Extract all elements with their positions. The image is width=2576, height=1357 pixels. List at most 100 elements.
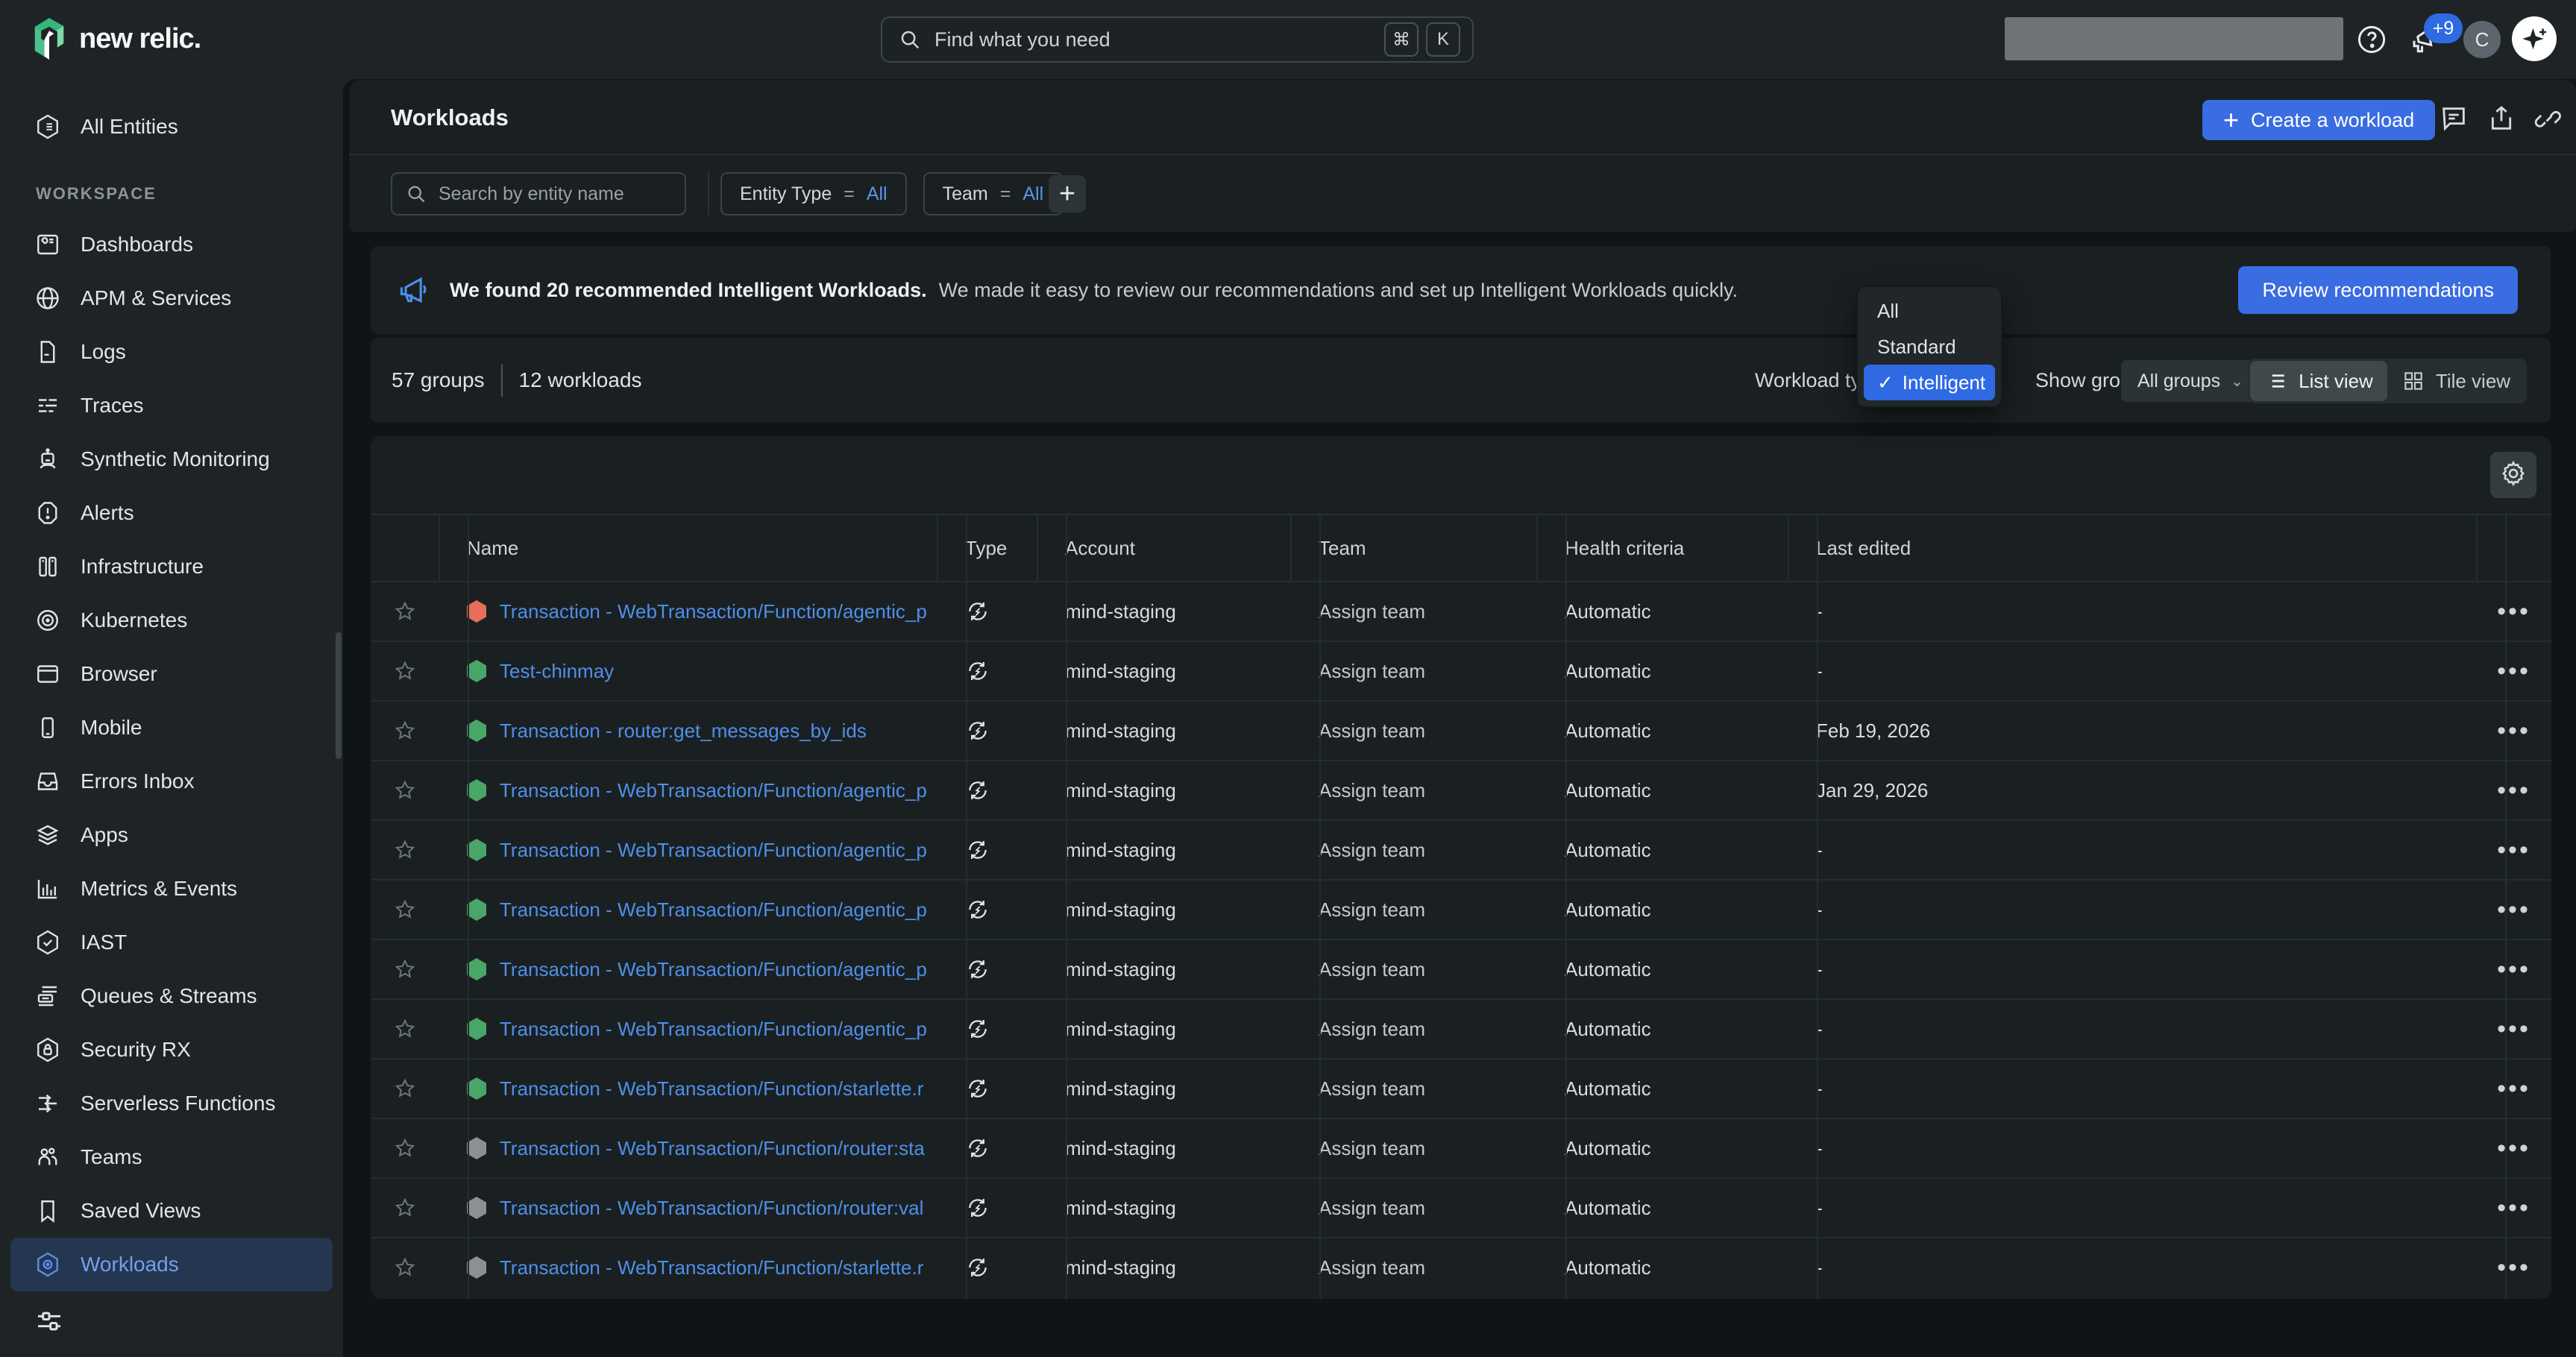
team-cell[interactable]: Assign team bbox=[1292, 642, 1538, 700]
column-header-last-edited[interactable]: Last edited bbox=[1789, 515, 2478, 581]
filter-chip-entity-type[interactable]: Entity Type=All bbox=[720, 172, 907, 215]
help-button[interactable] bbox=[2354, 22, 2389, 57]
favorite-star-icon[interactable] bbox=[371, 761, 440, 819]
list-view-button[interactable]: List view bbox=[2250, 361, 2387, 401]
sidebar-item-alerts[interactable]: Alerts bbox=[0, 486, 343, 540]
team-cell[interactable]: Assign team bbox=[1292, 1179, 1538, 1237]
favorite-star-icon[interactable] bbox=[371, 702, 440, 760]
favorite-star-icon[interactable] bbox=[371, 821, 440, 879]
column-header-name[interactable]: Name bbox=[440, 515, 938, 581]
favorite-star-icon[interactable] bbox=[371, 582, 440, 640]
preferences-sliders-icon[interactable] bbox=[34, 1306, 64, 1336]
comment-icon[interactable] bbox=[2437, 102, 2470, 135]
sidebar-item-traces[interactable]: Traces bbox=[0, 379, 343, 432]
column-header-team[interactable]: Team bbox=[1292, 515, 1538, 581]
workload-name-link[interactable]: Test-chinmay bbox=[500, 660, 614, 683]
workload-name-link[interactable]: Transaction - WebTransaction/Function/st… bbox=[500, 1077, 923, 1101]
sidebar-item-mobile[interactable]: Mobile bbox=[0, 701, 343, 755]
row-actions-button[interactable]: ••• bbox=[2478, 761, 2551, 819]
sidebar-item-workloads[interactable]: Workloads bbox=[10, 1238, 333, 1291]
workload-name-link[interactable]: Transaction - WebTransaction/Function/ag… bbox=[500, 600, 927, 623]
workload-name-link[interactable]: Transaction - WebTransaction/Function/ag… bbox=[500, 779, 927, 802]
favorite-star-icon[interactable] bbox=[371, 1000, 440, 1058]
team-cell[interactable]: Assign team bbox=[1292, 702, 1538, 760]
group-select[interactable]: All groups ⌄ bbox=[2121, 360, 2260, 402]
workload-name-link[interactable]: Transaction - WebTransaction/Function/ro… bbox=[500, 1137, 925, 1160]
workload-name-link[interactable]: Transaction - WebTransaction/Function/ro… bbox=[500, 1197, 923, 1220]
sidebar-item-errors-inbox[interactable]: Errors Inbox bbox=[0, 755, 343, 808]
sidebar-item-browser[interactable]: Browser bbox=[0, 647, 343, 701]
sidebar-item-kubernetes[interactable]: Kubernetes bbox=[0, 594, 343, 647]
row-actions-button[interactable]: ••• bbox=[2478, 1238, 2551, 1297]
favorite-star-icon[interactable] bbox=[371, 642, 440, 700]
sidebar-item-dashboards[interactable]: Dashboards bbox=[0, 218, 343, 271]
row-actions-button[interactable]: ••• bbox=[2478, 582, 2551, 640]
team-cell[interactable]: Assign team bbox=[1292, 1000, 1538, 1058]
ai-assistant-button[interactable] bbox=[2512, 16, 2557, 61]
team-cell[interactable]: Assign team bbox=[1292, 940, 1538, 998]
sidebar-item-queues-streams[interactable]: Queues & Streams bbox=[0, 969, 343, 1023]
workload-name-link[interactable]: Transaction - WebTransaction/Function/ag… bbox=[500, 958, 927, 981]
workload-name-link[interactable]: Transaction - router:get_messages_by_ids bbox=[500, 720, 867, 743]
row-actions-button[interactable]: ••• bbox=[2478, 1179, 2551, 1237]
menu-option-all[interactable]: All bbox=[1864, 293, 1995, 329]
table-toolbar bbox=[371, 436, 2551, 514]
sidebar-item-metrics-events[interactable]: Metrics & Events bbox=[0, 862, 343, 916]
row-actions-button[interactable]: ••• bbox=[2478, 1060, 2551, 1118]
row-actions-button[interactable]: ••• bbox=[2478, 702, 2551, 760]
favorite-star-icon[interactable] bbox=[371, 1179, 440, 1237]
entity-search-input[interactable]: Search by entity name bbox=[391, 172, 686, 215]
team-cell[interactable]: Assign team bbox=[1292, 881, 1538, 939]
sidebar-item-teams[interactable]: Teams bbox=[0, 1130, 343, 1184]
workload-name-link[interactable]: Transaction - WebTransaction/Function/st… bbox=[500, 1256, 923, 1279]
review-recommendations-button[interactable]: Review recommendations bbox=[2238, 266, 2518, 314]
favorite-star-icon[interactable] bbox=[371, 1119, 440, 1177]
sidebar-item-iast[interactable]: IAST bbox=[0, 916, 343, 969]
sidebar-scrollbar[interactable] bbox=[336, 632, 342, 759]
column-header-account[interactable]: Account bbox=[1038, 515, 1292, 581]
favorite-star-icon[interactable] bbox=[371, 940, 440, 998]
global-search-input[interactable]: Find what you need ⌘ K bbox=[881, 16, 1474, 63]
table-settings-button[interactable] bbox=[2490, 452, 2536, 498]
sidebar-item-infrastructure[interactable]: Infrastructure bbox=[0, 540, 343, 594]
team-cell[interactable]: Assign team bbox=[1292, 582, 1538, 640]
row-actions-button[interactable]: ••• bbox=[2478, 1000, 2551, 1058]
sidebar-item-synthetic-monitoring[interactable]: Synthetic Monitoring bbox=[0, 432, 343, 486]
sidebar-item-security-rx[interactable]: Security RX bbox=[0, 1023, 343, 1077]
link-icon[interactable] bbox=[2533, 102, 2566, 135]
team-cell[interactable]: Assign team bbox=[1292, 1119, 1538, 1177]
sidebar-item-logs[interactable]: Logs bbox=[0, 325, 343, 379]
workload-name-link[interactable]: Transaction - WebTransaction/Function/ag… bbox=[500, 1018, 927, 1041]
menu-option-intelligent[interactable]: ✓Intelligent bbox=[1864, 365, 1995, 400]
row-actions-button[interactable]: ••• bbox=[2478, 940, 2551, 998]
sidebar-item-saved-views[interactable]: Saved Views bbox=[0, 1184, 343, 1238]
favorite-star-icon[interactable] bbox=[371, 881, 440, 939]
sidebar-item-apps[interactable]: Apps bbox=[0, 808, 343, 862]
workload-name-link[interactable]: Transaction - WebTransaction/Function/ag… bbox=[500, 839, 927, 862]
menu-option-standard[interactable]: Standard bbox=[1864, 329, 1995, 365]
account-name-redacted[interactable] bbox=[2005, 17, 2343, 60]
tile-view-button[interactable]: Tile view bbox=[2387, 361, 2525, 401]
favorite-star-icon[interactable] bbox=[371, 1238, 440, 1297]
team-cell[interactable]: Assign team bbox=[1292, 821, 1538, 879]
new-relic-logo[interactable]: new relic. bbox=[30, 16, 201, 61]
sidebar-item-serverless-functions[interactable]: Serverless Functions bbox=[0, 1077, 343, 1130]
filter-chip-team[interactable]: Team=All bbox=[923, 172, 1064, 215]
row-actions-button[interactable]: ••• bbox=[2478, 642, 2551, 700]
row-actions-button[interactable]: ••• bbox=[2478, 881, 2551, 939]
row-actions-button[interactable]: ••• bbox=[2478, 821, 2551, 879]
export-icon[interactable] bbox=[2485, 102, 2518, 135]
column-header-health-criteria[interactable]: Health criteria bbox=[1538, 515, 1789, 581]
team-cell[interactable]: Assign team bbox=[1292, 1060, 1538, 1118]
column-header-type[interactable]: Type bbox=[938, 515, 1038, 581]
user-avatar[interactable]: C bbox=[2463, 21, 2501, 58]
team-cell[interactable]: Assign team bbox=[1292, 1238, 1538, 1297]
team-cell[interactable]: Assign team bbox=[1292, 761, 1538, 819]
sidebar-item-apm-services[interactable]: APM & Services bbox=[0, 271, 343, 325]
favorite-star-icon[interactable] bbox=[371, 1060, 440, 1118]
row-actions-button[interactable]: ••• bbox=[2478, 1119, 2551, 1177]
sidebar-item-all-entities[interactable]: All Entities bbox=[0, 100, 343, 154]
workload-name-link[interactable]: Transaction - WebTransaction/Function/ag… bbox=[500, 898, 927, 922]
add-filter-button[interactable]: + bbox=[1049, 175, 1086, 212]
create-workload-button[interactable]: + Create a workload bbox=[2202, 100, 2435, 140]
